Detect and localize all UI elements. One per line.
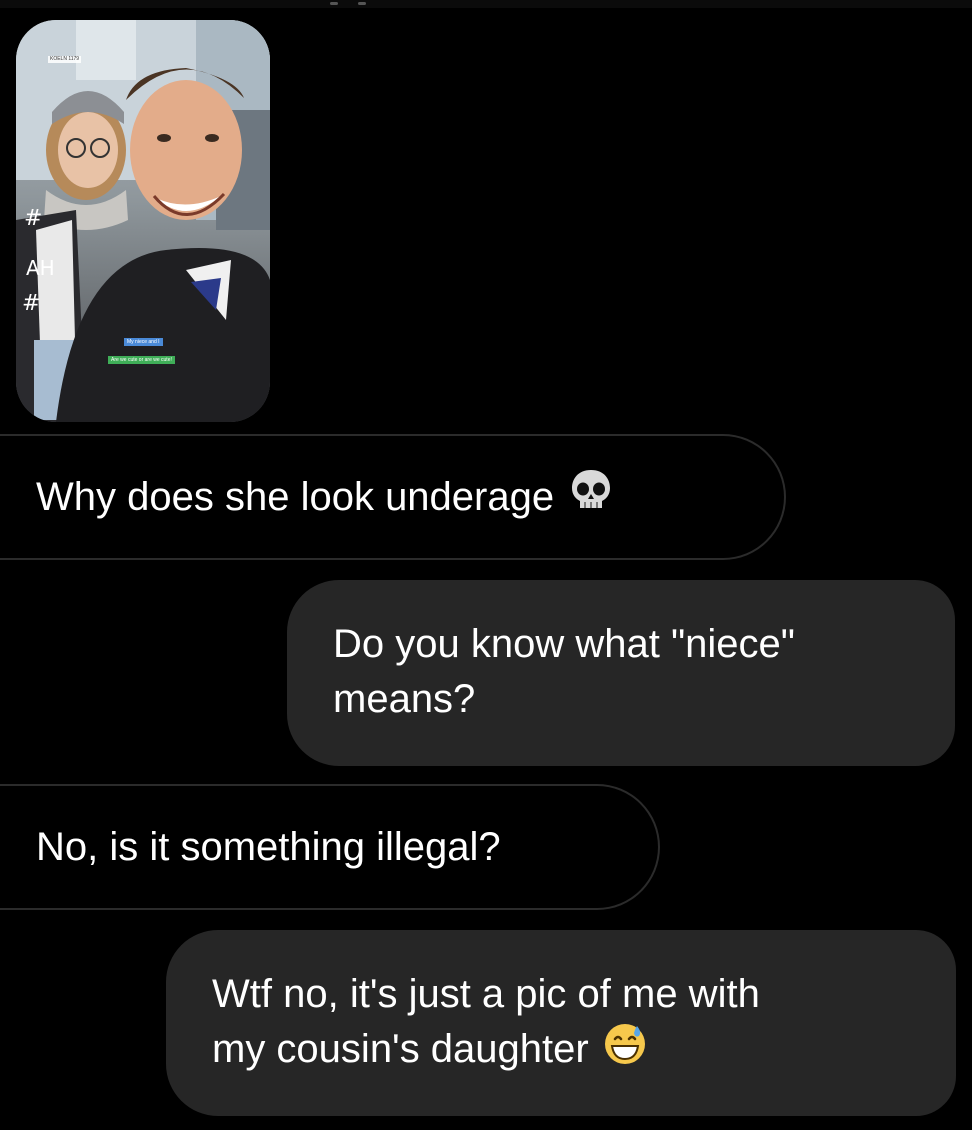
svg-text:#: # <box>22 291 40 316</box>
status-mark <box>358 2 366 5</box>
status-mark <box>330 2 338 5</box>
photo-sticker-caption: Are we cute or are we cute! <box>108 356 175 364</box>
message-bubble-sent[interactable]: Do you know what "niece" means? <box>287 580 955 766</box>
shared-photo[interactable]: # AH # KOELN 1179 My niece and I Are we … <box>16 20 270 422</box>
message-text: No, is it something illegal? <box>36 824 501 869</box>
message-text-line: Wtf no, it's just a pic of me with <box>212 972 760 1016</box>
svg-text:AH: AH <box>26 256 55 280</box>
message-bubble-received[interactable]: No, is it something illegal? <box>0 784 660 910</box>
svg-text:#: # <box>24 206 42 231</box>
message-text-line: means? <box>333 677 476 721</box>
message-bubble-received[interactable]: Why does she look underage <box>0 434 786 560</box>
grinning-sweat-icon <box>603 1022 647 1081</box>
message-bubble-sent[interactable]: Wtf no, it's just a pic of me with my co… <box>166 930 956 1116</box>
photo-sticker-caption: My niece and I <box>124 338 163 346</box>
message-text: my cousin's daughter <box>212 1027 589 1072</box>
message-text-line: my cousin's daughter <box>212 1022 956 1081</box>
photo-stamp: KOELN 1179 <box>48 56 82 63</box>
skull-icon <box>568 467 614 528</box>
message-text: Why does she look underage <box>36 474 555 519</box>
message-text-line: Do you know what "niece" <box>333 622 795 666</box>
status-strip <box>0 0 972 8</box>
